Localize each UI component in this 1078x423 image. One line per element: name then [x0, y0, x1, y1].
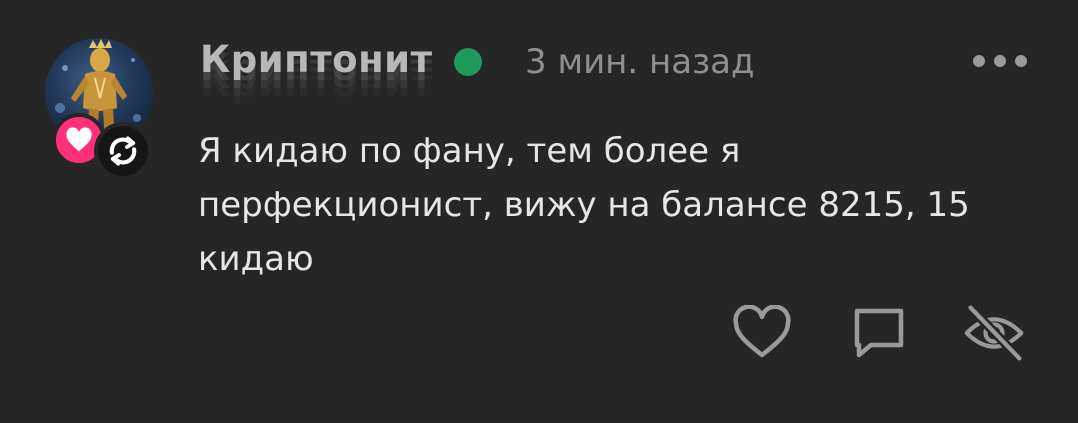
comment-text-line: Я кидаю по фану, тем более я: [198, 131, 741, 171]
author-name[interactable]: Криптонит: [200, 38, 433, 81]
comment-time: 3 мин. назад: [525, 42, 755, 82]
more-options-button[interactable]: [965, 44, 1035, 78]
eye-off-icon: [964, 304, 1024, 362]
comment-icon: [854, 308, 904, 358]
like-button[interactable]: [731, 302, 793, 364]
online-status-indicator: [454, 48, 482, 76]
heart-outline-icon: [733, 305, 791, 358]
comment-text: Я кидаю по фану, тем более я перфекциони…: [198, 124, 1038, 286]
comment-card: Криптонит 3 мин. назад Я кидаю по фану, …: [0, 0, 1078, 423]
sync-badge: [94, 122, 152, 180]
comment-text-line: кидаю: [198, 239, 314, 279]
hide-button[interactable]: [963, 302, 1025, 364]
more-dots-icon: [994, 55, 1006, 67]
comment-text-line: перфекционист, вижу на балансе 8215, 15: [198, 185, 970, 225]
heart-icon: [66, 127, 92, 152]
more-dots-icon: [973, 55, 985, 67]
more-dots-icon: [1015, 55, 1027, 67]
reply-button[interactable]: [848, 302, 910, 364]
sync-icon: [109, 136, 137, 166]
